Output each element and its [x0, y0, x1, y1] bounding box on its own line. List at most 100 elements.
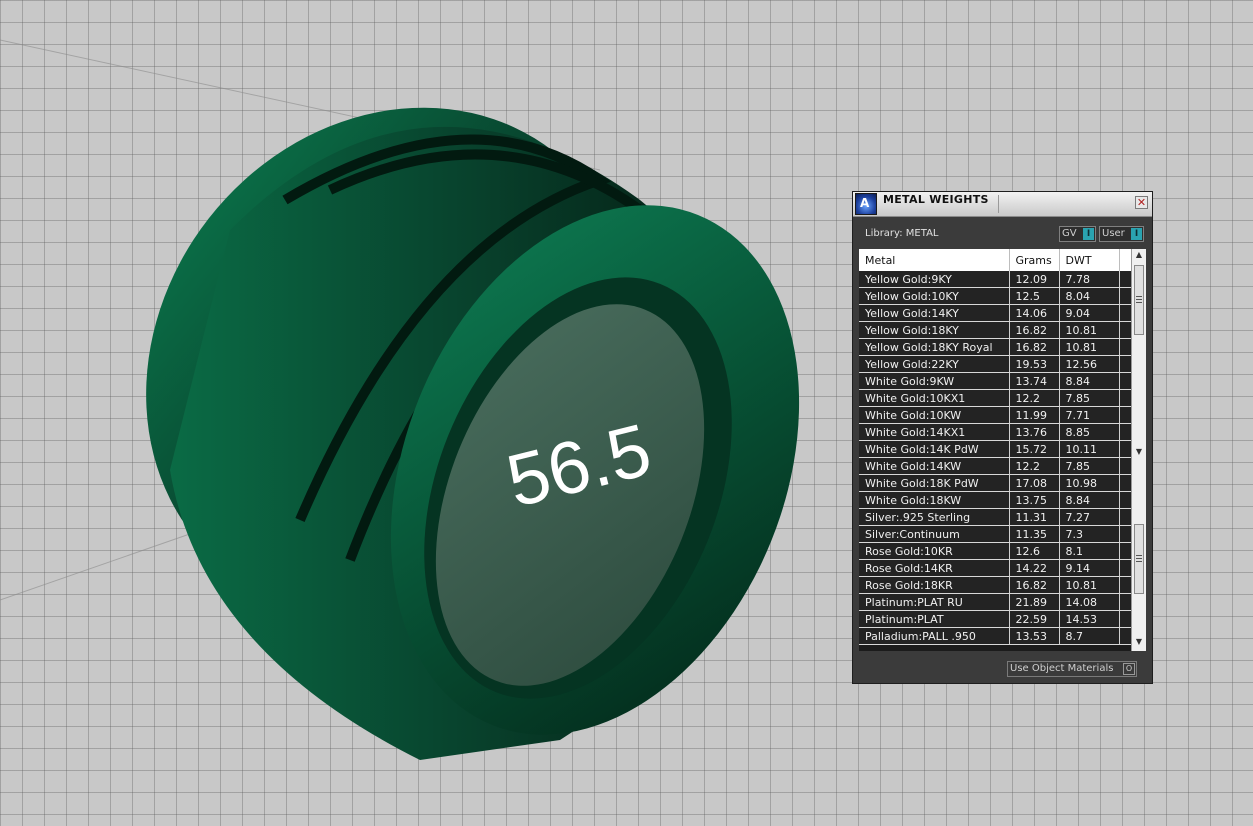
panel-titlebar[interactable]: A METAL WEIGHTS ✕ [853, 192, 1152, 217]
cell-grams: 11.31 [1009, 508, 1060, 526]
cell-grams: 14.22 [1009, 559, 1060, 577]
cell-grams: 16.82 [1009, 338, 1060, 356]
cell-dwt: 8.1 [1059, 542, 1120, 560]
cell-dwt: 7.85 [1059, 457, 1120, 475]
use-object-materials-toggle[interactable]: Use Object Materials O [1007, 661, 1137, 677]
table-row[interactable]: Rose Gold:10KR 12.6 8.1 [859, 542, 1132, 560]
cell-spacer [1119, 491, 1132, 509]
scroll-thumb-top[interactable] [1134, 265, 1144, 335]
cell-dwt: 7.71 [1059, 406, 1120, 424]
cell-metal: White Gold:10KW [859, 406, 1010, 424]
table-row[interactable]: Silver:.925 Sterling 11.31 7.27 [859, 508, 1132, 526]
cell-spacer [1119, 271, 1132, 288]
table-row[interactable]: White Gold:14KX1 13.76 8.85 [859, 423, 1132, 441]
cell-grams: 16.82 [1009, 576, 1060, 594]
table-row[interactable]: Yellow Gold:10KY 12.5 8.04 [859, 287, 1132, 305]
metal-weights-table: Metal Grams DWT Yellow Gold:9KY 12.09 7.78… [859, 249, 1146, 651]
cell-dwt: 8.7 [1059, 627, 1120, 645]
cell-spacer [1119, 406, 1132, 424]
cell-spacer [1119, 508, 1132, 526]
cell-metal: Yellow Gold:18KY Royal [859, 338, 1010, 356]
table-row[interactable]: White Gold:18KW 13.75 8.84 [859, 491, 1132, 509]
cell-spacer [1119, 338, 1132, 356]
column-header-dwt[interactable]: DWT [1059, 249, 1120, 271]
table-row[interactable]: White Gold:9KW 13.74 8.84 [859, 372, 1132, 390]
user-toggle-knob: I [1131, 228, 1142, 240]
table-row[interactable]: White Gold:14K PdW 15.72 10.11 [859, 440, 1132, 458]
cell-spacer [1119, 610, 1132, 628]
cell-metal: Yellow Gold:10KY [859, 287, 1010, 305]
cell-spacer [1119, 389, 1132, 407]
cell-metal: White Gold:14KX1 [859, 423, 1010, 441]
cell-metal: Yellow Gold:18KY [859, 321, 1010, 339]
cell-dwt: 9.04 [1059, 304, 1120, 322]
cell-grams: 21.89 [1009, 593, 1060, 611]
scroll-mid-down-icon[interactable]: ▼ [1134, 447, 1144, 456]
cell-metal: White Gold:10KX1 [859, 389, 1010, 407]
title-divider [998, 195, 999, 213]
cell-grams: 12.09 [1009, 271, 1060, 288]
table-row[interactable]: White Gold:18K PdW 17.08 10.98 [859, 474, 1132, 492]
table-row[interactable]: White Gold:14KW 12.2 7.85 [859, 457, 1132, 475]
cell-metal: White Gold:18KW [859, 491, 1010, 509]
table-scrollbar[interactable]: ▲ ▼ ▼ [1131, 249, 1146, 651]
table-row[interactable]: Silver:Continuum 11.35 7.3 [859, 525, 1132, 543]
cell-spacer [1119, 440, 1132, 458]
cell-dwt: 8.84 [1059, 491, 1120, 509]
cell-spacer [1119, 542, 1132, 560]
cell-metal: Rose Gold:14KR [859, 559, 1010, 577]
cell-spacer [1119, 525, 1132, 543]
scroll-up-icon[interactable]: ▲ [1134, 250, 1144, 259]
panel-title: METAL WEIGHTS [883, 193, 989, 206]
cell-dwt: 10.81 [1059, 321, 1120, 339]
table-row[interactable]: Yellow Gold:18KY 16.82 10.81 [859, 321, 1132, 339]
scroll-thumb-bottom[interactable] [1134, 524, 1144, 594]
cell-spacer [1119, 287, 1132, 305]
cell-dwt: 7.3 [1059, 525, 1120, 543]
user-toggle[interactable]: User I [1099, 226, 1144, 242]
cell-grams: 13.53 [1009, 627, 1060, 645]
cell-grams: 11.99 [1009, 406, 1060, 424]
table-row[interactable]: Rose Gold:18KR 16.82 10.81 [859, 576, 1132, 594]
metal-weights-panel: A METAL WEIGHTS ✕ Library: METAL GV I Us… [852, 191, 1153, 684]
cell-dwt: 10.81 [1059, 576, 1120, 594]
table-row[interactable]: Yellow Gold:14KY 14.06 9.04 [859, 304, 1132, 322]
use-object-materials-label: Use Object Materials [1010, 663, 1114, 674]
table-body: Yellow Gold:9KY 12.09 7.78 Yellow Gold:10KY… [859, 271, 1132, 645]
cell-grams: 17.08 [1009, 474, 1060, 492]
table-row[interactable]: Platinum:PLAT RU 21.89 14.08 [859, 593, 1132, 611]
cell-grams: 22.59 [1009, 610, 1060, 628]
close-icon[interactable]: ✕ [1135, 196, 1148, 209]
cell-grams: 16.82 [1009, 321, 1060, 339]
use-object-materials-knob: O [1123, 663, 1135, 675]
cell-metal: Silver:Continuum [859, 525, 1010, 543]
column-header-spacer [1119, 249, 1132, 271]
cell-spacer [1119, 559, 1132, 577]
cell-dwt: 14.08 [1059, 593, 1120, 611]
gv-toggle-knob: I [1083, 228, 1094, 240]
cell-dwt: 7.85 [1059, 389, 1120, 407]
table-row[interactable]: Palladium:PALL .950 13.53 8.7 [859, 627, 1132, 645]
cell-grams: 13.76 [1009, 423, 1060, 441]
table-row[interactable]: Yellow Gold:22KY 19.53 12.56 [859, 355, 1132, 373]
cell-grams: 13.75 [1009, 491, 1060, 509]
column-header-metal[interactable]: Metal [859, 249, 1010, 271]
table-row[interactable]: White Gold:10KX1 12.2 7.85 [859, 389, 1132, 407]
table-row[interactable]: Yellow Gold:18KY Royal 16.82 10.81 [859, 338, 1132, 356]
table-row[interactable]: Yellow Gold:9KY 12.09 7.78 [859, 271, 1132, 288]
table-row[interactable]: Platinum:PLAT 22.59 14.53 [859, 610, 1132, 628]
column-header-grams[interactable]: Grams [1009, 249, 1060, 271]
scroll-down-icon[interactable]: ▼ [1134, 637, 1144, 646]
cell-grams: 15.72 [1009, 440, 1060, 458]
cell-metal: Silver:.925 Sterling [859, 508, 1010, 526]
table-row[interactable]: Rose Gold:14KR 14.22 9.14 [859, 559, 1132, 577]
table-row[interactable]: White Gold:10KW 11.99 7.71 [859, 406, 1132, 424]
gv-toggle-label: GV [1062, 228, 1077, 239]
cell-spacer [1119, 304, 1132, 322]
cell-metal: White Gold:9KW [859, 372, 1010, 390]
gv-toggle[interactable]: GV I [1059, 226, 1096, 242]
cell-grams: 12.5 [1009, 287, 1060, 305]
library-label: Library: METAL [865, 228, 939, 239]
cell-dwt: 8.04 [1059, 287, 1120, 305]
cell-metal: White Gold:18K PdW [859, 474, 1010, 492]
